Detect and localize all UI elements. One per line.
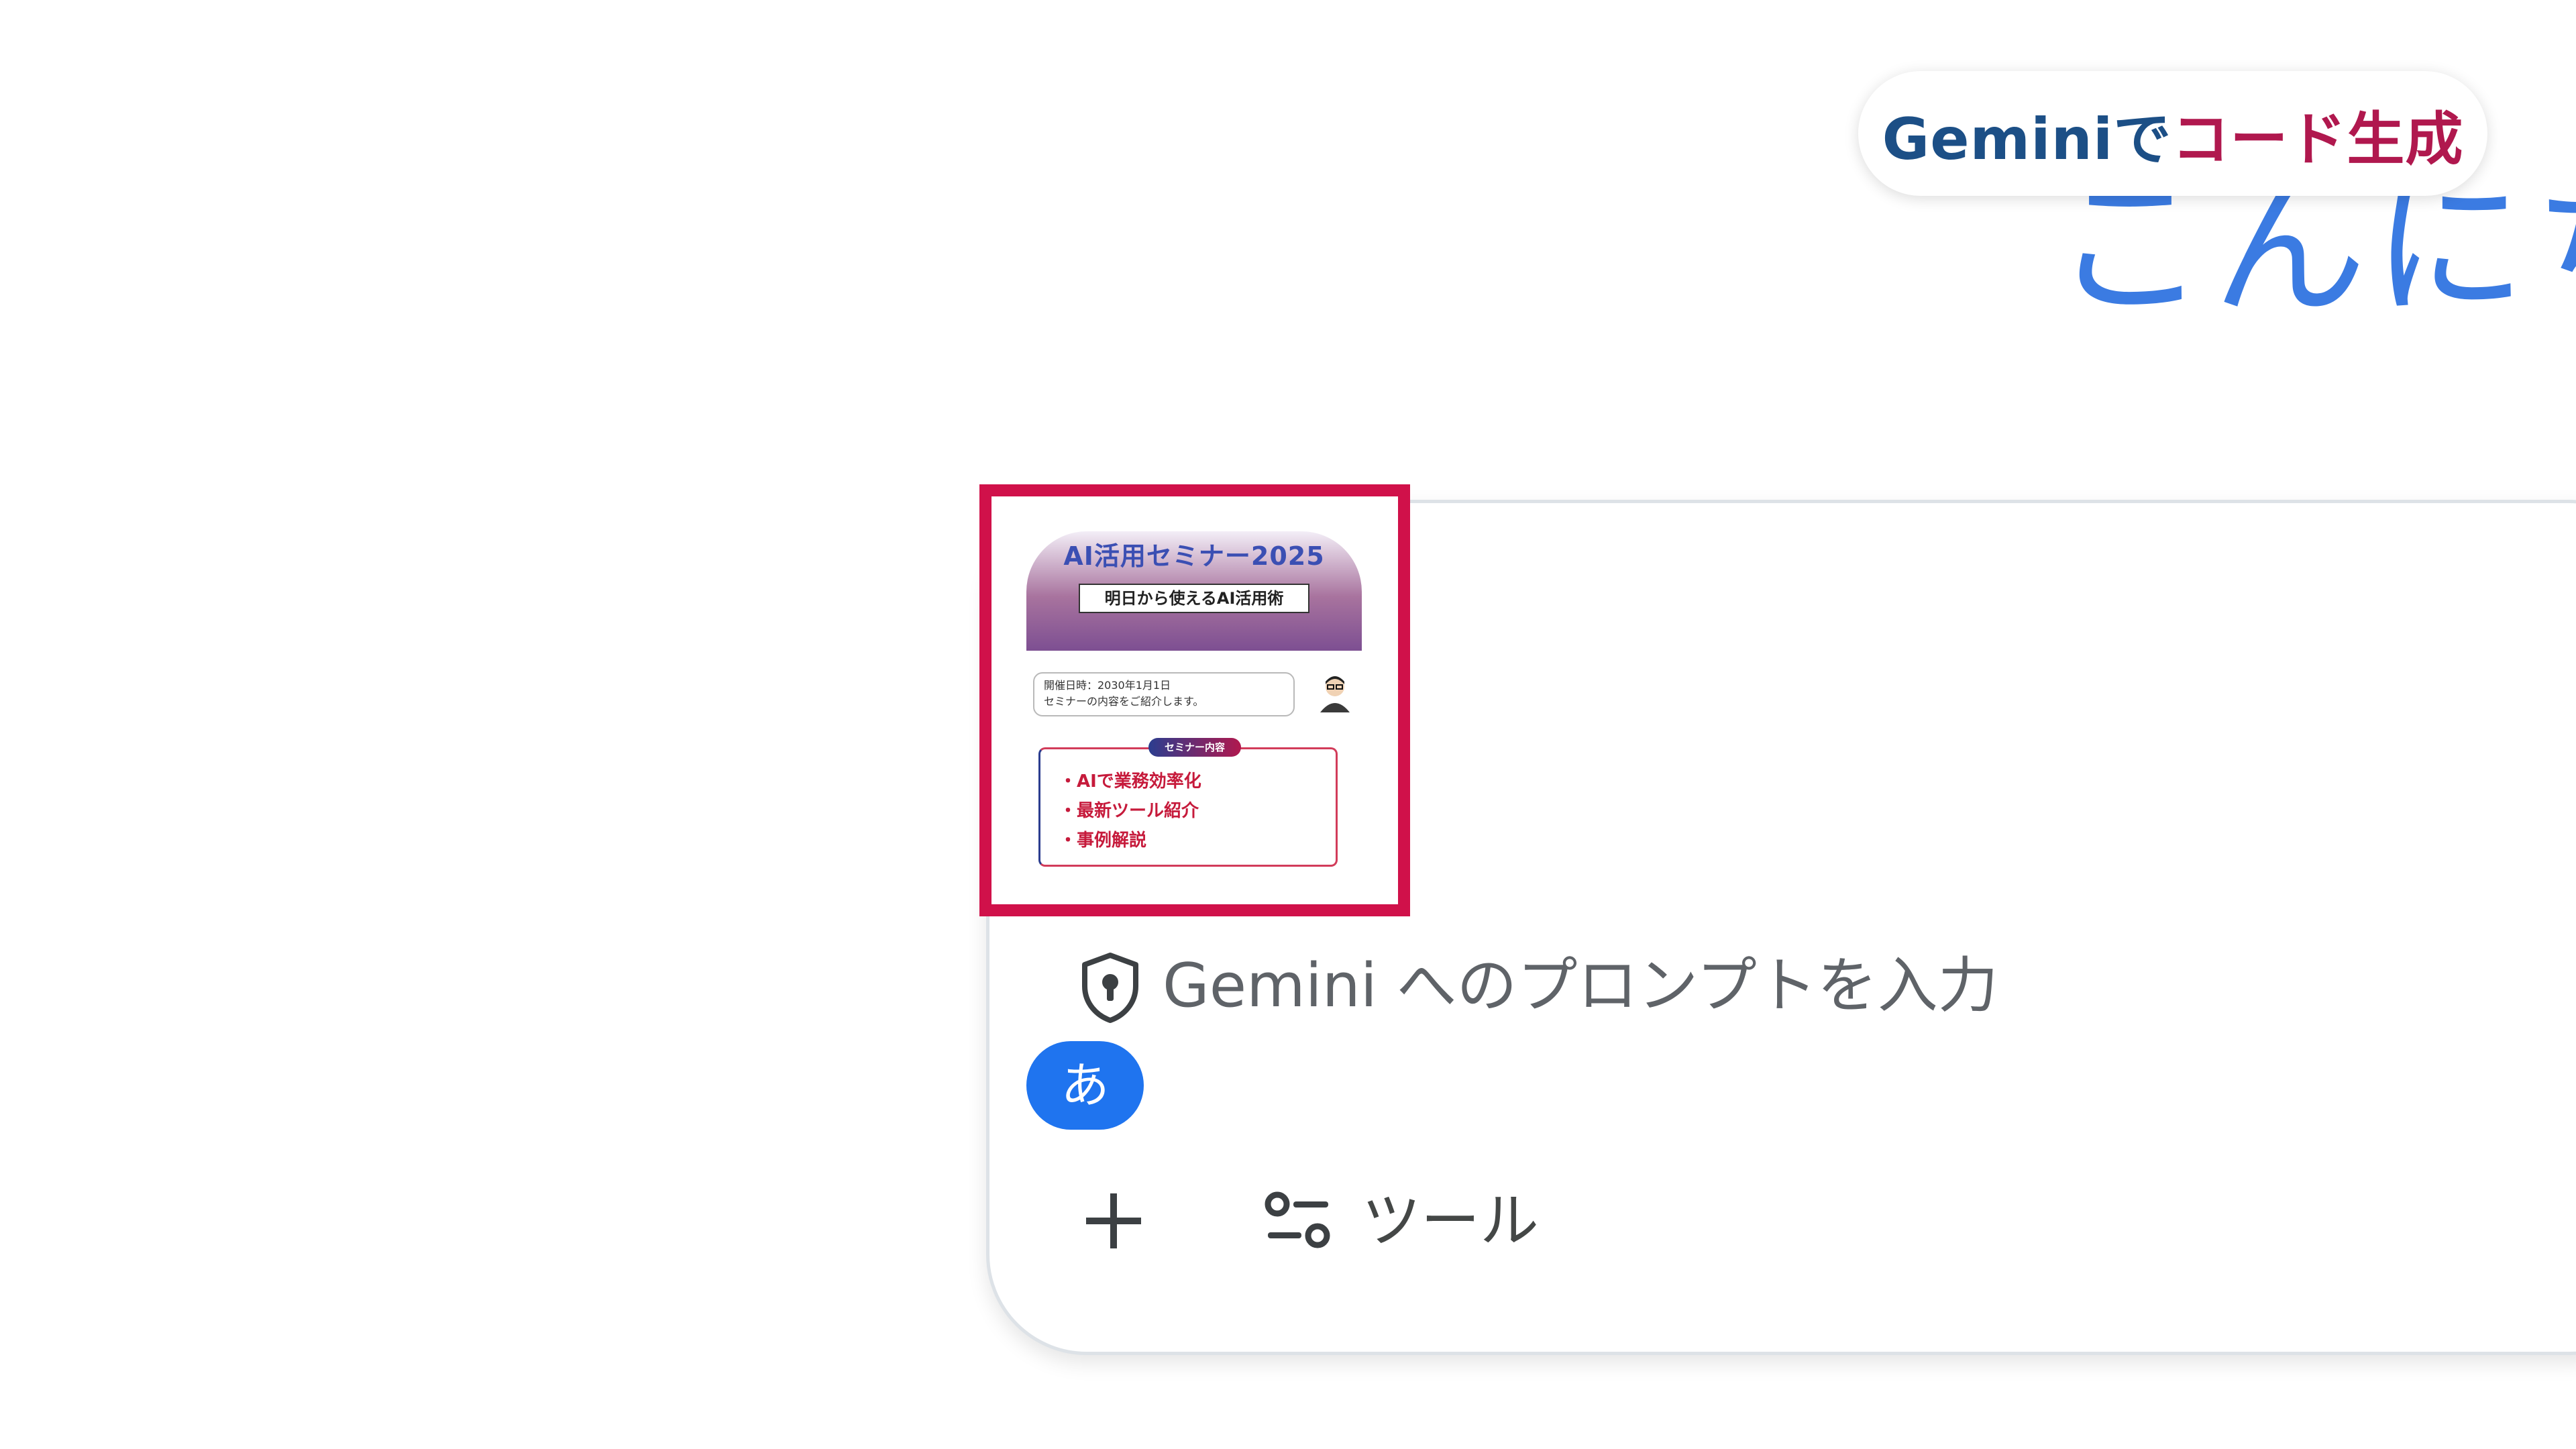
badge-text-gemini: Geminiで [1882,105,2172,173]
attachment-highlight: AI活用セミナー2025 明日から使えるAI活用術 開催日時：2030年1月1日… [979,484,1410,916]
tools-label: ツール [1362,1186,1540,1255]
shield-lock-icon [1082,953,1138,1023]
poster-item-list: ・AIで業務効率化 ・最新ツール紹介 ・事例解説 [1038,747,1338,867]
plus-icon [1086,1193,1141,1248]
ime-mode-indicator: あ [1026,1041,1144,1130]
poster-title: AI活用セミナー2025 [1063,541,1325,571]
gemini-code-badge: Geminiで コード生成 [1858,71,2487,196]
prompt-input[interactable]: Gemini へのプロンプトを入力 [1163,946,1998,1026]
poster-list-item: ・最新ツール紹介 [1059,801,1199,821]
poster-subtitle: 明日から使えるAI活用術 [1079,584,1309,613]
poster-info-line2: セミナーの内容をご紹介します。 [1044,695,1204,708]
tools-button[interactable]: ツール [1261,1181,1539,1261]
poster-list-item: ・事例解説 [1059,830,1147,851]
poster-info-box: 開催日時：2030年1月1日 セミナーの内容をご紹介します。 [1033,672,1295,716]
poster-section-pill: セミナー内容 [1148,738,1241,757]
poster-list-item: ・AIで業務効率化 [1059,771,1201,792]
tune-icon [1265,1191,1330,1248]
attachment-thumbnail[interactable]: AI活用セミナー2025 明日から使えるAI活用術 開催日時：2030年1月1日… [1006,511,1382,890]
add-attachment-button[interactable] [1073,1181,1154,1261]
badge-text-code: コード生成 [2171,105,2464,173]
poster-info-line1: 開催日時：2030年1月1日 [1044,679,1171,692]
gemini-prompt-screen: Geminiでコード生成 こんにち AI活用セミナー2025 明日から使えるAI… [0,0,2576,1449]
speaker-avatar-icon [1320,676,1350,712]
